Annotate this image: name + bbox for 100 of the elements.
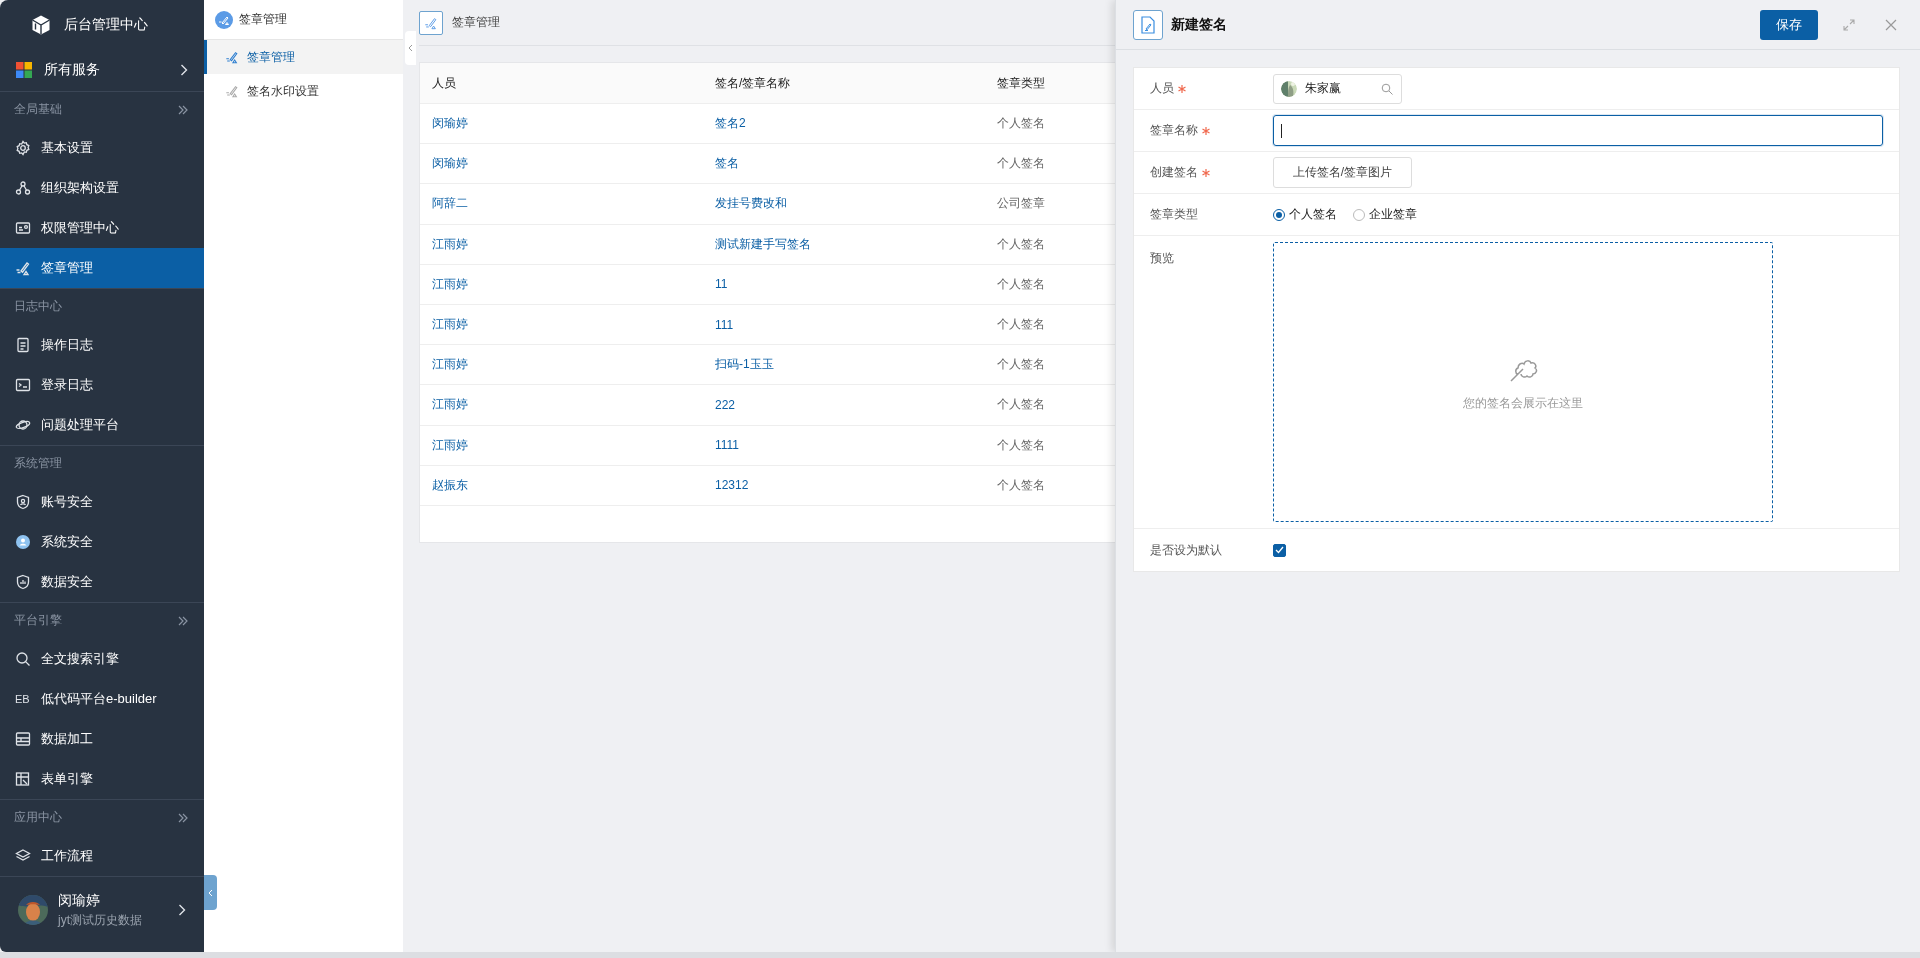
shield-icon <box>15 493 31 510</box>
grid-icon <box>16 62 32 79</box>
search-icon <box>15 650 31 667</box>
sidebar-item[interactable]: 表单引擎 <box>0 758 204 799</box>
check-icon <box>1275 546 1284 554</box>
table-cell: 个人签名 <box>997 235 1045 253</box>
preview-hint: 您的签名会展示在这里 <box>1463 394 1583 412</box>
field-label: 签章名称 <box>1150 122 1198 139</box>
group-label: 全局基础 <box>14 101 63 119</box>
signature-link[interactable]: 1111 <box>715 438 740 453</box>
pen-icon <box>225 50 239 64</box>
all-services-button[interactable]: 所有服务 <box>0 50 204 92</box>
chevron-right-icon <box>178 904 186 917</box>
org-chart-icon <box>15 179 31 196</box>
app-title: 后台管理中心 <box>64 16 148 35</box>
sidebar-item[interactable]: 全文搜索引擎 <box>0 638 204 679</box>
person-link[interactable]: 江雨婷 <box>432 316 468 334</box>
signature-link[interactable]: 222 <box>715 397 736 412</box>
search-icon <box>1381 82 1393 95</box>
signature-link[interactable]: 测试新建手写签名 <box>715 235 811 253</box>
table-cell: 个人签名 <box>997 476 1045 494</box>
sidebar-item[interactable]: 登录日志 <box>0 364 204 405</box>
signature-link[interactable]: 签名2 <box>715 115 746 133</box>
upload-button[interactable]: 上传签名/签章图片 <box>1273 157 1412 188</box>
nav-item[interactable]: 签名水印设置 <box>204 74 403 108</box>
person-link[interactable]: 江雨婷 <box>432 356 468 374</box>
chevron-left-icon <box>208 888 213 897</box>
person-picker[interactable]: 朱家赢 <box>1273 73 1402 104</box>
document-pen-icon <box>1140 15 1156 34</box>
signature-link[interactable]: 11 <box>715 277 728 292</box>
column-header: 签名/签章名称 <box>715 74 791 92</box>
field-label: 人员 <box>1150 80 1174 97</box>
user-circle-icon <box>15 533 31 550</box>
close-icon[interactable] <box>1884 17 1898 32</box>
nav-item[interactable]: 签章管理 <box>204 40 403 74</box>
field-label: 预览 <box>1150 250 1174 267</box>
field-label: 是否设为默认 <box>1150 541 1222 559</box>
sidebar-item[interactable]: EB 低代码平台e-builder <box>0 678 204 719</box>
signature-link[interactable]: 扫码-1玉玉 <box>715 356 774 374</box>
document-icon <box>15 336 31 353</box>
pen-icon <box>225 84 239 98</box>
sidebar-item[interactable]: 问题处理平台 <box>0 404 204 445</box>
pen-icon <box>424 15 438 30</box>
user-name: 闵瑜婷 <box>58 891 101 910</box>
person-link[interactable]: 江雨婷 <box>432 396 468 414</box>
sidebar-item[interactable]: 账号安全 <box>0 481 204 522</box>
panel-title: 签章管理 <box>239 11 287 28</box>
table-cell: 个人签名 <box>997 115 1045 133</box>
table-cell: 个人签名 <box>997 436 1045 454</box>
person-link[interactable]: 闵瑜婷 <box>432 155 468 173</box>
table-cell: 个人签名 <box>997 396 1045 414</box>
sidebar-item[interactable]: 权限管理中心 <box>0 207 204 248</box>
radio-option[interactable]: 企业签章 <box>1353 206 1417 223</box>
double-chevron-icon <box>178 104 188 115</box>
sidebar-item[interactable]: 操作日志 <box>0 324 204 365</box>
person-link[interactable]: 江雨婷 <box>432 275 468 293</box>
sidebar-item[interactable]: 数据安全 <box>0 561 204 602</box>
text-input[interactable] <box>1273 115 1883 146</box>
sidebar-item[interactable]: 工作流程 <box>0 835 204 876</box>
page-title: 签章管理 <box>452 14 500 31</box>
table-icon <box>15 730 31 747</box>
person-link[interactable]: 江雨婷 <box>432 235 468 253</box>
collapse-tab[interactable] <box>204 875 217 910</box>
signature-link[interactable]: 111 <box>715 317 734 332</box>
sidebar-item[interactable]: 数据加工 <box>0 718 204 759</box>
group-label: 系统管理 <box>14 455 63 473</box>
sidebar-item[interactable]: 系统安全 <box>0 521 204 562</box>
eb-label: EB <box>15 692 31 705</box>
required-icon <box>1202 126 1210 135</box>
checkbox[interactable] <box>1273 543 1286 557</box>
expand-icon[interactable] <box>1842 17 1856 32</box>
person-link[interactable]: 阿辞二 <box>432 195 468 213</box>
sidebar-item[interactable]: 组织架构设置 <box>0 167 204 208</box>
radio-option[interactable]: 个人签名 <box>1273 206 1337 223</box>
signature-link[interactable]: 签名 <box>715 155 739 173</box>
column-header: 签章类型 <box>997 74 1045 92</box>
chevron-right-icon <box>180 64 188 77</box>
column-header: 人员 <box>432 74 456 92</box>
cube-icon <box>30 14 52 37</box>
id-card-icon <box>15 219 31 236</box>
field-label: 签章类型 <box>1150 206 1198 223</box>
sidebar-item[interactable]: 签章管理 <box>0 247 204 288</box>
group-label: 日志中心 <box>14 298 63 316</box>
required-icon <box>1202 168 1210 177</box>
gear-icon <box>15 139 31 156</box>
required-icon <box>1178 84 1186 93</box>
table-cell: 个人签名 <box>997 155 1045 173</box>
person-link[interactable]: 闵瑜婷 <box>432 115 468 133</box>
chevron-left-icon <box>408 44 413 52</box>
person-link[interactable]: 赵振东 <box>432 476 468 494</box>
signature-link[interactable]: 发挂号费改和 <box>715 195 787 213</box>
pen-icon <box>215 10 233 29</box>
person-link[interactable]: 江雨婷 <box>432 436 468 454</box>
save-button[interactable]: 保存 <box>1760 9 1818 40</box>
table-cell: 个人签名 <box>997 356 1045 374</box>
signature-link[interactable]: 12312 <box>715 478 749 493</box>
table-cell: 个人签名 <box>997 275 1045 293</box>
drawer-title: 新建签名 <box>1171 15 1228 34</box>
sidebar-item[interactable]: 基本设置 <box>0 127 204 168</box>
user-organization: jyt测试历史数据 <box>58 911 143 929</box>
